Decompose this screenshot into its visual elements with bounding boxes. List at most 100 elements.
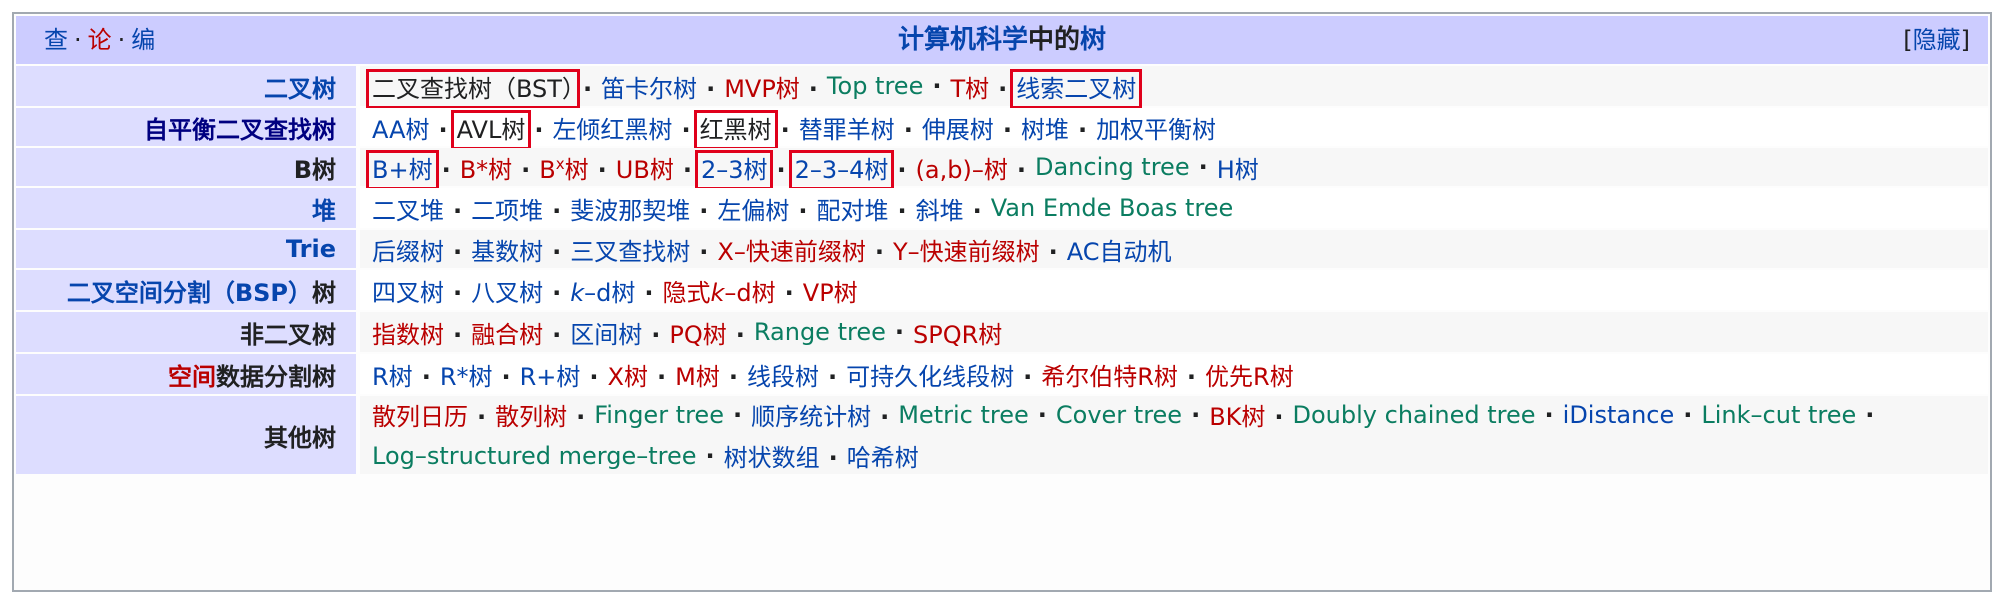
tree-link[interactable]: T树 <box>950 75 989 103</box>
title-link-computer-science[interactable]: 计算机科学 <box>898 25 1028 55</box>
tree-link[interactable]: 八叉树 <box>471 279 543 307</box>
tree-link[interactable]: Cover tree <box>1056 401 1182 429</box>
tree-link[interactable]: 希尔伯特R树 <box>1041 363 1178 391</box>
tree-link[interactable]: H树 <box>1217 156 1259 184</box>
tree-link[interactable]: Doubly chained tree <box>1293 401 1536 429</box>
tree-link[interactable]: 指数树 <box>372 321 444 349</box>
tree-link[interactable]: 区间树 <box>570 321 642 349</box>
tree-link[interactable]: MVP树 <box>724 75 800 103</box>
tree-link[interactable]: Y–快速前缀树 <box>893 238 1040 266</box>
list-item: 2–3树 · <box>694 149 795 190</box>
list-item: H树 <box>1217 150 1259 185</box>
tree-link[interactable]: iDistance <box>1563 401 1675 429</box>
group-label-text[interactable]: Trie <box>286 235 336 263</box>
tree-link[interactable]: R+树 <box>520 363 581 391</box>
tree-link[interactable]: 配对堆 <box>817 197 889 225</box>
tree-link[interactable]: 左倾红黑树 <box>552 116 672 144</box>
list-item: Range tree · <box>754 318 913 346</box>
tree-link[interactable]: BK树 <box>1209 403 1265 431</box>
hide-button[interactable]: 隐藏 <box>1913 26 1961 54</box>
tree-link[interactable]: Bx树 <box>539 155 588 184</box>
tree-link[interactable]: 笛卡尔树 <box>601 75 697 103</box>
tree-link[interactable]: 线段树 <box>747 363 819 391</box>
tree-link[interactable]: 斜堆 <box>916 197 964 225</box>
list-item: (a,b)–树 · <box>916 150 1035 185</box>
tree-link[interactable]: Top tree <box>827 72 923 100</box>
tree-link[interactable]: 斐波那契堆 <box>570 197 690 225</box>
tree-link[interactable]: 可持久化线段树 <box>846 363 1014 391</box>
group-label-text[interactable]: 自平衡二叉查找树 <box>144 110 336 145</box>
tree-link[interactable]: 红黑树 <box>693 109 778 150</box>
group-label: 二叉树 <box>16 66 356 106</box>
tree-link[interactable]: R*树 <box>440 363 493 391</box>
tree-link[interactable]: 2–3–4树 <box>788 149 895 190</box>
list-item: 二叉查找树（BST） · <box>366 68 601 109</box>
tree-link[interactable]: 融合树 <box>471 321 543 349</box>
tree-link[interactable]: X–快速前缀树 <box>717 238 865 266</box>
list-separator: · <box>699 196 709 225</box>
group-link[interactable]: 空间 <box>168 363 216 391</box>
tree-link[interactable]: X树 <box>608 363 648 391</box>
title-link-tree[interactable]: 树 <box>1080 25 1106 55</box>
tree-link[interactable]: Range tree <box>754 318 886 346</box>
tree-link[interactable]: 散列树 <box>495 403 567 431</box>
list-item: 八叉树 · <box>471 273 570 308</box>
group-label-text[interactable]: 空间数据分割树 <box>168 357 336 392</box>
tree-link[interactable]: M树 <box>675 363 720 391</box>
tree-link[interactable]: 散列日历 <box>372 403 468 431</box>
tree-link[interactable]: 左偏树 <box>717 197 789 225</box>
list-item: Top tree · <box>827 72 951 100</box>
tree-link[interactable]: Dancing tree <box>1035 153 1190 181</box>
tree-link[interactable]: 三叉查找树 <box>570 238 690 266</box>
tree-link[interactable]: 树状数组 <box>724 444 820 472</box>
group-list: AA树 · AVL树 · 左倾红黑树 · 红黑树 · 替罪羊树 · 伸展树 · 树堆 · 加权平衡树 <box>360 108 1988 150</box>
tree-link[interactable]: 二项堆 <box>471 197 543 225</box>
tree-link[interactable]: B+树 <box>366 149 439 190</box>
tree-link[interactable]: R树 <box>372 363 413 391</box>
tree-link[interactable]: 替罪羊树 <box>799 116 895 144</box>
list-separator: · <box>597 155 607 184</box>
group-label-text[interactable]: 其他树 <box>264 418 336 453</box>
group-label-text[interactable]: 二叉树 <box>264 69 336 104</box>
tree-link[interactable]: AC自动机 <box>1067 238 1172 266</box>
list-separator: · <box>521 155 531 184</box>
tree-link[interactable]: B*树 <box>460 156 512 184</box>
tree-link[interactable]: 二叉查找树（BST） <box>366 68 580 109</box>
tree-link[interactable]: k–d树 <box>570 279 635 307</box>
list-separator: · <box>657 362 667 391</box>
tree-link[interactable]: Van Emde Boas tree <box>991 194 1234 222</box>
tree-link[interactable]: Finger tree <box>594 401 724 429</box>
tree-link[interactable]: 优先R树 <box>1205 363 1294 391</box>
navbox-row: 非二叉树 指数树 · 融合树 · 区间树 · PQ树 · Range tree · SPQR树 <box>16 312 1988 352</box>
list-item: 隐式k–d树 · <box>663 273 803 308</box>
tree-link[interactable]: 四叉树 <box>372 279 444 307</box>
tree-link[interactable]: UB树 <box>616 156 674 184</box>
list-item: 顺序统计树 · <box>751 397 898 432</box>
tree-link[interactable]: 加权平衡树 <box>1096 116 1216 144</box>
tree-link[interactable]: VP树 <box>803 279 858 307</box>
tree-link[interactable]: AVL树 <box>450 109 532 150</box>
tree-link[interactable]: 线索二叉树 <box>1010 68 1143 109</box>
tree-link[interactable]: 伸展树 <box>922 116 994 144</box>
tree-link[interactable]: Link–cut tree <box>1701 401 1856 429</box>
tree-link[interactable]: 2–3树 <box>694 149 774 190</box>
tree-link[interactable]: 后缀树 <box>372 238 444 266</box>
tree-link[interactable]: 二叉堆 <box>372 197 444 225</box>
group-label-text[interactable]: B树 <box>294 150 336 185</box>
group-link[interactable]: 二叉空间分割（BSP） <box>67 279 312 307</box>
group-label-text[interactable]: 二叉空间分割（BSP）树 <box>67 273 336 308</box>
tree-link[interactable]: 基数树 <box>471 238 543 266</box>
list-separator: · <box>441 155 451 184</box>
group-label-text[interactable]: 非二叉树 <box>240 315 336 350</box>
tree-link[interactable]: 树堆 <box>1021 116 1069 144</box>
tree-link[interactable]: 哈希树 <box>847 444 919 472</box>
tree-link[interactable]: Metric tree <box>898 401 1029 429</box>
tree-link[interactable]: SPQR树 <box>913 321 1002 349</box>
tree-link[interactable]: 隐式k–d树 <box>663 279 776 307</box>
tree-link[interactable]: PQ树 <box>669 321 726 349</box>
tree-link[interactable]: Log–structured merge–tree <box>372 442 697 470</box>
tree-link[interactable]: 顺序统计树 <box>751 403 871 431</box>
tree-link[interactable]: AA树 <box>372 116 430 144</box>
group-label-text[interactable]: 堆 <box>312 191 336 226</box>
tree-link[interactable]: (a,b)–树 <box>916 156 1008 184</box>
